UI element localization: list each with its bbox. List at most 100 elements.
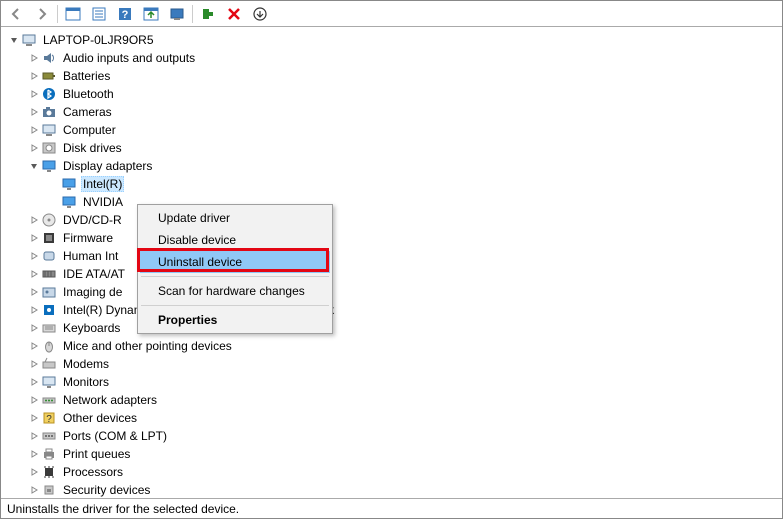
tree-category[interactable]: Human Int xyxy=(1,247,782,265)
expander-icon[interactable] xyxy=(27,267,41,281)
tree-category[interactable]: ?Other devices xyxy=(1,409,782,427)
help-button[interactable]: ? xyxy=(113,3,137,25)
tree-category[interactable]: DVD/CD-R xyxy=(1,211,782,229)
expander-icon[interactable] xyxy=(27,411,41,425)
back-button[interactable] xyxy=(4,3,28,25)
expander-icon[interactable] xyxy=(27,159,41,173)
expander-icon[interactable] xyxy=(27,429,41,443)
tree-category[interactable]: IDE ATA/AT xyxy=(1,265,782,283)
expander-icon[interactable] xyxy=(27,447,41,461)
mouse-icon xyxy=(41,338,57,354)
tree-device[interactable]: NVIDIA xyxy=(1,193,782,211)
category-label: Cameras xyxy=(61,104,114,120)
modem-icon xyxy=(41,356,57,372)
expander-icon[interactable] xyxy=(27,231,41,245)
ide-icon xyxy=(41,266,57,282)
category-label: Print queues xyxy=(61,446,132,462)
tree-category[interactable]: Mice and other pointing devices xyxy=(1,337,782,355)
tree-device[interactable]: Intel(R) xyxy=(1,175,782,193)
device-label: NVIDIA xyxy=(81,194,125,210)
category-label: Monitors xyxy=(61,374,111,390)
tree-root[interactable]: LAPTOP-0LJR9OR5 xyxy=(1,31,782,49)
camera-icon xyxy=(41,104,57,120)
expander-icon[interactable] xyxy=(27,213,41,227)
uninstall-button[interactable] xyxy=(222,3,246,25)
tree-category[interactable]: Bluetooth xyxy=(1,85,782,103)
printer-icon xyxy=(41,446,57,462)
category-label: Processors xyxy=(61,464,125,480)
tree-category[interactable]: Ports (COM & LPT) xyxy=(1,427,782,445)
category-label: Computer xyxy=(61,122,118,138)
expander-icon[interactable] xyxy=(27,51,41,65)
tree-category[interactable]: Imaging de xyxy=(1,283,782,301)
audio-icon xyxy=(41,50,57,66)
tree-category[interactable]: Security devices xyxy=(1,481,782,498)
computer-icon xyxy=(21,32,37,48)
toolbar: ? xyxy=(1,1,782,27)
forward-button[interactable] xyxy=(30,3,54,25)
scan-hardware-button[interactable] xyxy=(165,3,189,25)
imaging-icon xyxy=(41,284,57,300)
category-label: Network adapters xyxy=(61,392,159,408)
expander-icon[interactable] xyxy=(27,123,41,137)
tree-category[interactable]: Processors xyxy=(1,463,782,481)
update-driver-button[interactable] xyxy=(139,3,163,25)
intel-icon xyxy=(41,302,57,318)
category-label: Bluetooth xyxy=(61,86,116,102)
tree-category[interactable]: Cameras xyxy=(1,103,782,121)
ports-icon xyxy=(41,428,57,444)
expander-icon[interactable] xyxy=(27,393,41,407)
expander-icon[interactable] xyxy=(27,249,41,263)
tree-category[interactable]: Batteries xyxy=(1,67,782,85)
expander-icon[interactable] xyxy=(27,69,41,83)
tree-category[interactable]: Monitors xyxy=(1,373,782,391)
monitor-icon xyxy=(41,374,57,390)
tree-category[interactable]: Keyboards xyxy=(1,319,782,337)
tree-category[interactable]: Print queues xyxy=(1,445,782,463)
tree-category[interactable]: Disk drives xyxy=(1,139,782,157)
category-label: Imaging de xyxy=(61,284,124,300)
expander-icon[interactable] xyxy=(27,339,41,353)
context-menu-item[interactable]: Disable device xyxy=(140,229,330,251)
category-label: Display adapters xyxy=(61,158,154,174)
toolbar-separator xyxy=(192,5,193,23)
tree-category[interactable]: Modems xyxy=(1,355,782,373)
context-menu-item[interactable]: Properties xyxy=(140,309,330,331)
expander-icon[interactable] xyxy=(27,285,41,299)
tree-category[interactable]: Firmware xyxy=(1,229,782,247)
context-menu-item[interactable]: Update driver xyxy=(140,207,330,229)
expander-icon[interactable] xyxy=(27,357,41,371)
display-icon xyxy=(61,194,77,210)
expander-icon[interactable] xyxy=(27,375,41,389)
tree-category[interactable]: Display adapters xyxy=(1,157,782,175)
expander-icon[interactable] xyxy=(27,321,41,335)
expander-icon[interactable] xyxy=(27,141,41,155)
context-menu-item[interactable]: Scan for hardware changes xyxy=(140,280,330,302)
tree-category[interactable]: Computer xyxy=(1,121,782,139)
add-legacy-button[interactable] xyxy=(196,3,220,25)
device-tree[interactable]: LAPTOP-0LJR9OR5 Audio inputs and outputs… xyxy=(1,27,782,498)
svg-text:?: ? xyxy=(46,414,52,425)
expander-icon[interactable] xyxy=(27,87,41,101)
network-icon xyxy=(41,392,57,408)
show-hidden-button[interactable] xyxy=(61,3,85,25)
category-label: Security devices xyxy=(61,482,152,498)
battery-icon xyxy=(41,68,57,84)
expander-icon[interactable] xyxy=(27,465,41,479)
tree-category[interactable]: Network adapters xyxy=(1,391,782,409)
category-label: IDE ATA/AT xyxy=(61,266,127,282)
device-label: Intel(R) xyxy=(81,176,124,192)
firmware-icon xyxy=(41,230,57,246)
expander-icon[interactable] xyxy=(7,33,21,47)
context-menu-item[interactable]: Uninstall device xyxy=(140,251,330,273)
down-arrow-button[interactable] xyxy=(248,3,272,25)
expander-icon[interactable] xyxy=(27,483,41,497)
tree-category[interactable]: Intel(R) Dynamic Platform and Thermal Fr… xyxy=(1,301,782,319)
category-label: Keyboards xyxy=(61,320,122,336)
security-icon xyxy=(41,482,57,498)
properties-button[interactable] xyxy=(87,3,111,25)
expander-icon[interactable] xyxy=(27,105,41,119)
expander-icon[interactable] xyxy=(27,303,41,317)
tree-category[interactable]: Audio inputs and outputs xyxy=(1,49,782,67)
status-text: Uninstalls the driver for the selected d… xyxy=(7,502,239,516)
